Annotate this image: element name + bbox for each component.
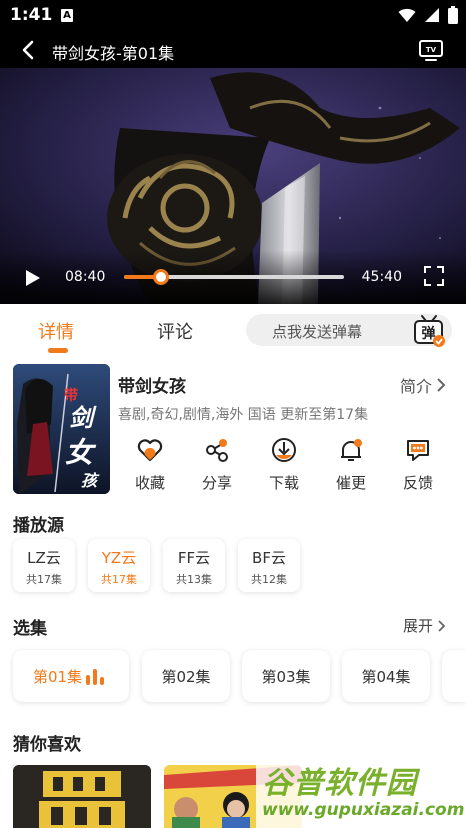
show-poster[interactable]: 剑 女 孩 带 — [13, 364, 110, 494]
chevron-right-icon — [438, 619, 446, 632]
source-name: LZ云 — [27, 549, 61, 567]
source-ff[interactable]: FF云 共13集 — [163, 539, 225, 592]
source-count: 共17集 — [26, 573, 62, 586]
share-icon — [206, 439, 228, 462]
source-name: YZ云 — [101, 549, 137, 567]
source-count: 共12集 — [251, 573, 287, 586]
wifi-icon — [398, 8, 416, 22]
svg-text:女: 女 — [65, 436, 97, 469]
source-lz[interactable]: LZ云 共17集 — [13, 539, 75, 592]
source-count: 共17集 — [101, 573, 137, 586]
episode-card-partial[interactable] — [442, 650, 466, 702]
chevron-right-icon — [437, 378, 446, 392]
watermark-brand: 谷普软件园 — [262, 766, 417, 801]
expand-episodes-link[interactable]: 展开 — [403, 615, 446, 636]
episode-label: 第02集 — [161, 668, 211, 686]
active-tab-indicator — [48, 348, 68, 353]
remind-update-label: 催更 — [335, 474, 366, 492]
recommend-thumbnail — [13, 765, 151, 828]
status-bar: 1:41 A — [0, 0, 466, 32]
intro-link[interactable]: 简介 — [400, 373, 446, 397]
recommend-card[interactable] — [13, 765, 151, 828]
feedback-label: 反馈 — [402, 474, 433, 492]
tab-details[interactable]: 详情 — [38, 318, 74, 344]
now-playing-icon — [86, 669, 104, 685]
episode-card[interactable]: 第01集 — [13, 650, 129, 702]
battery-icon — [448, 6, 458, 24]
danmu-placeholder: 点我发送弹幕 — [272, 323, 363, 341]
back-arrow-icon[interactable] — [18, 39, 40, 61]
source-name: BF云 — [252, 549, 286, 567]
episode-card[interactable]: 第03集 — [242, 650, 330, 702]
favorite-label: 收藏 — [134, 474, 165, 492]
sources-title: 播放源 — [13, 516, 64, 536]
favorite-button[interactable]: 收藏 — [124, 436, 176, 493]
status-icons — [398, 6, 458, 24]
watermark-url: www.gupuxiazai.com — [262, 800, 465, 820]
page: { "status_bar": { "time": "1:41", "badge… — [0, 0, 466, 828]
episode-card[interactable]: 第04集 — [342, 650, 430, 702]
download-icon — [272, 438, 296, 462]
episode-label: 第03集 — [261, 668, 311, 686]
signal-icon — [425, 8, 439, 22]
current-time: 08:40 — [65, 269, 106, 285]
source-yz[interactable]: YZ云 共17集 — [88, 539, 150, 592]
show-title: 带剑女孩 — [118, 377, 186, 397]
title-bar: 带剑女孩-第01集 TV — [0, 32, 466, 68]
episode-card[interactable]: 第02集 — [142, 650, 230, 702]
feedback-icon — [407, 440, 429, 461]
heart-icon — [137, 439, 163, 462]
intro-label: 简介 — [399, 377, 432, 396]
fullscreen-icon[interactable] — [424, 266, 444, 286]
cast-tv-icon[interactable]: TV — [418, 38, 444, 62]
play-icon[interactable] — [24, 269, 42, 287]
expand-label: 展开 — [402, 617, 433, 635]
share-button[interactable]: 分享 — [191, 436, 243, 493]
episode-label: 第01集 — [33, 668, 83, 686]
tab-comments[interactable]: 评论 — [157, 318, 193, 344]
feedback-button[interactable]: 反馈 — [392, 436, 444, 493]
source-count: 共13集 — [176, 573, 212, 586]
notification-badge: A — [61, 9, 73, 22]
remind-update-button[interactable]: 催更 — [325, 436, 377, 493]
recommend-title: 猜你喜欢 — [13, 735, 81, 755]
progress-bar[interactable] — [124, 269, 344, 285]
danmu-input[interactable]: 点我发送弹幕 弹 — [246, 312, 452, 348]
action-row: 收藏 分享 下载 催更 反馈 — [118, 436, 454, 496]
detail-tabs: 详情 评论 点我发送弹幕 弹 — [0, 304, 466, 354]
svg-text:TV: TV — [426, 46, 437, 54]
svg-text:带: 带 — [64, 388, 78, 404]
show-meta: 喜剧,奇幻,剧情,海外 国语 更新至第17集 — [118, 407, 369, 423]
episodes-title: 选集 — [13, 619, 47, 639]
download-button[interactable]: 下载 — [258, 436, 310, 493]
watermark: 谷普软件园 www.gupuxiazai.com — [256, 752, 466, 828]
svg-text:剑: 剑 — [69, 403, 97, 432]
poster-image: 剑 女 孩 带 — [13, 364, 110, 494]
source-name: FF云 — [177, 549, 211, 567]
share-label: 分享 — [201, 474, 232, 492]
danmu-icon[interactable]: 弹 — [412, 312, 446, 348]
total-time: 45:40 — [361, 269, 402, 285]
download-label: 下载 — [268, 474, 299, 492]
video-title: 带剑女孩-第01集 — [52, 44, 175, 63]
episode-label: 第04集 — [361, 668, 411, 686]
bell-icon — [341, 439, 362, 461]
clock: 1:41 — [10, 5, 53, 25]
source-bf[interactable]: BF云 共12集 — [238, 539, 300, 592]
